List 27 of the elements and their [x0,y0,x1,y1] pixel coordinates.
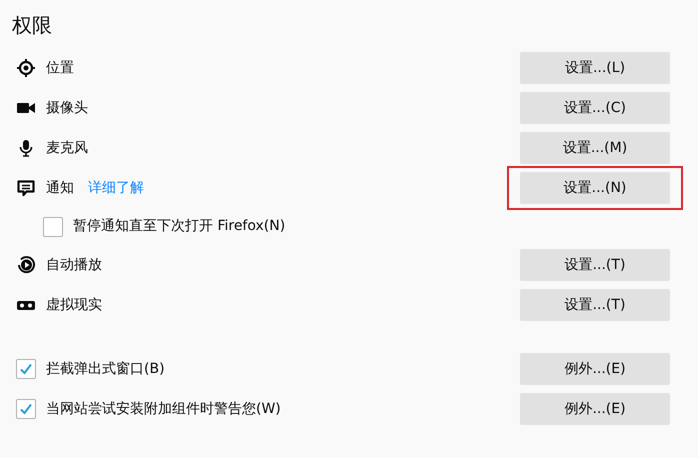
speech-bubble-icon [17,179,35,197]
checkbox[interactable] [43,216,63,236]
checkbox-label: 当网站尝试安装附加组件时警告您(W) [46,400,281,418]
permission-label: 自动播放 [46,256,102,274]
checkmark-icon [19,362,33,376]
permission-label: 摄像头 [46,98,88,118]
section-title: 权限 [12,12,53,39]
checkbox[interactable] [16,399,36,419]
permission-label: 通知 [46,178,74,198]
settings-button[interactable]: 设置...(M) [520,132,670,164]
settings-button[interactable]: 设置...(C) [520,92,670,124]
settings-button[interactable]: 设置...(T) [520,249,670,281]
permission-label: 位置 [46,58,74,78]
exceptions-button[interactable]: 例外...(E) [520,353,670,385]
checkbox[interactable] [16,359,36,379]
settings-button[interactable]: 设置...(T) [520,289,670,321]
exceptions-button[interactable]: 例外...(E) [520,393,670,425]
microphone-icon [17,139,35,157]
permission-label: 麦克风 [46,138,88,158]
location-icon [17,59,35,77]
checkbox-label: 暂停通知直至下次打开 Firefox(N) [73,217,286,236]
settings-button[interactable]: 设置...(N) [520,172,670,204]
checkbox-label: 拦截弹出式窗口(B) [46,360,165,378]
permission-label: 虚拟现实 [46,296,102,314]
play-icon [17,256,35,274]
checkmark-icon [19,402,33,416]
settings-button[interactable]: 设置...(L) [520,52,670,84]
